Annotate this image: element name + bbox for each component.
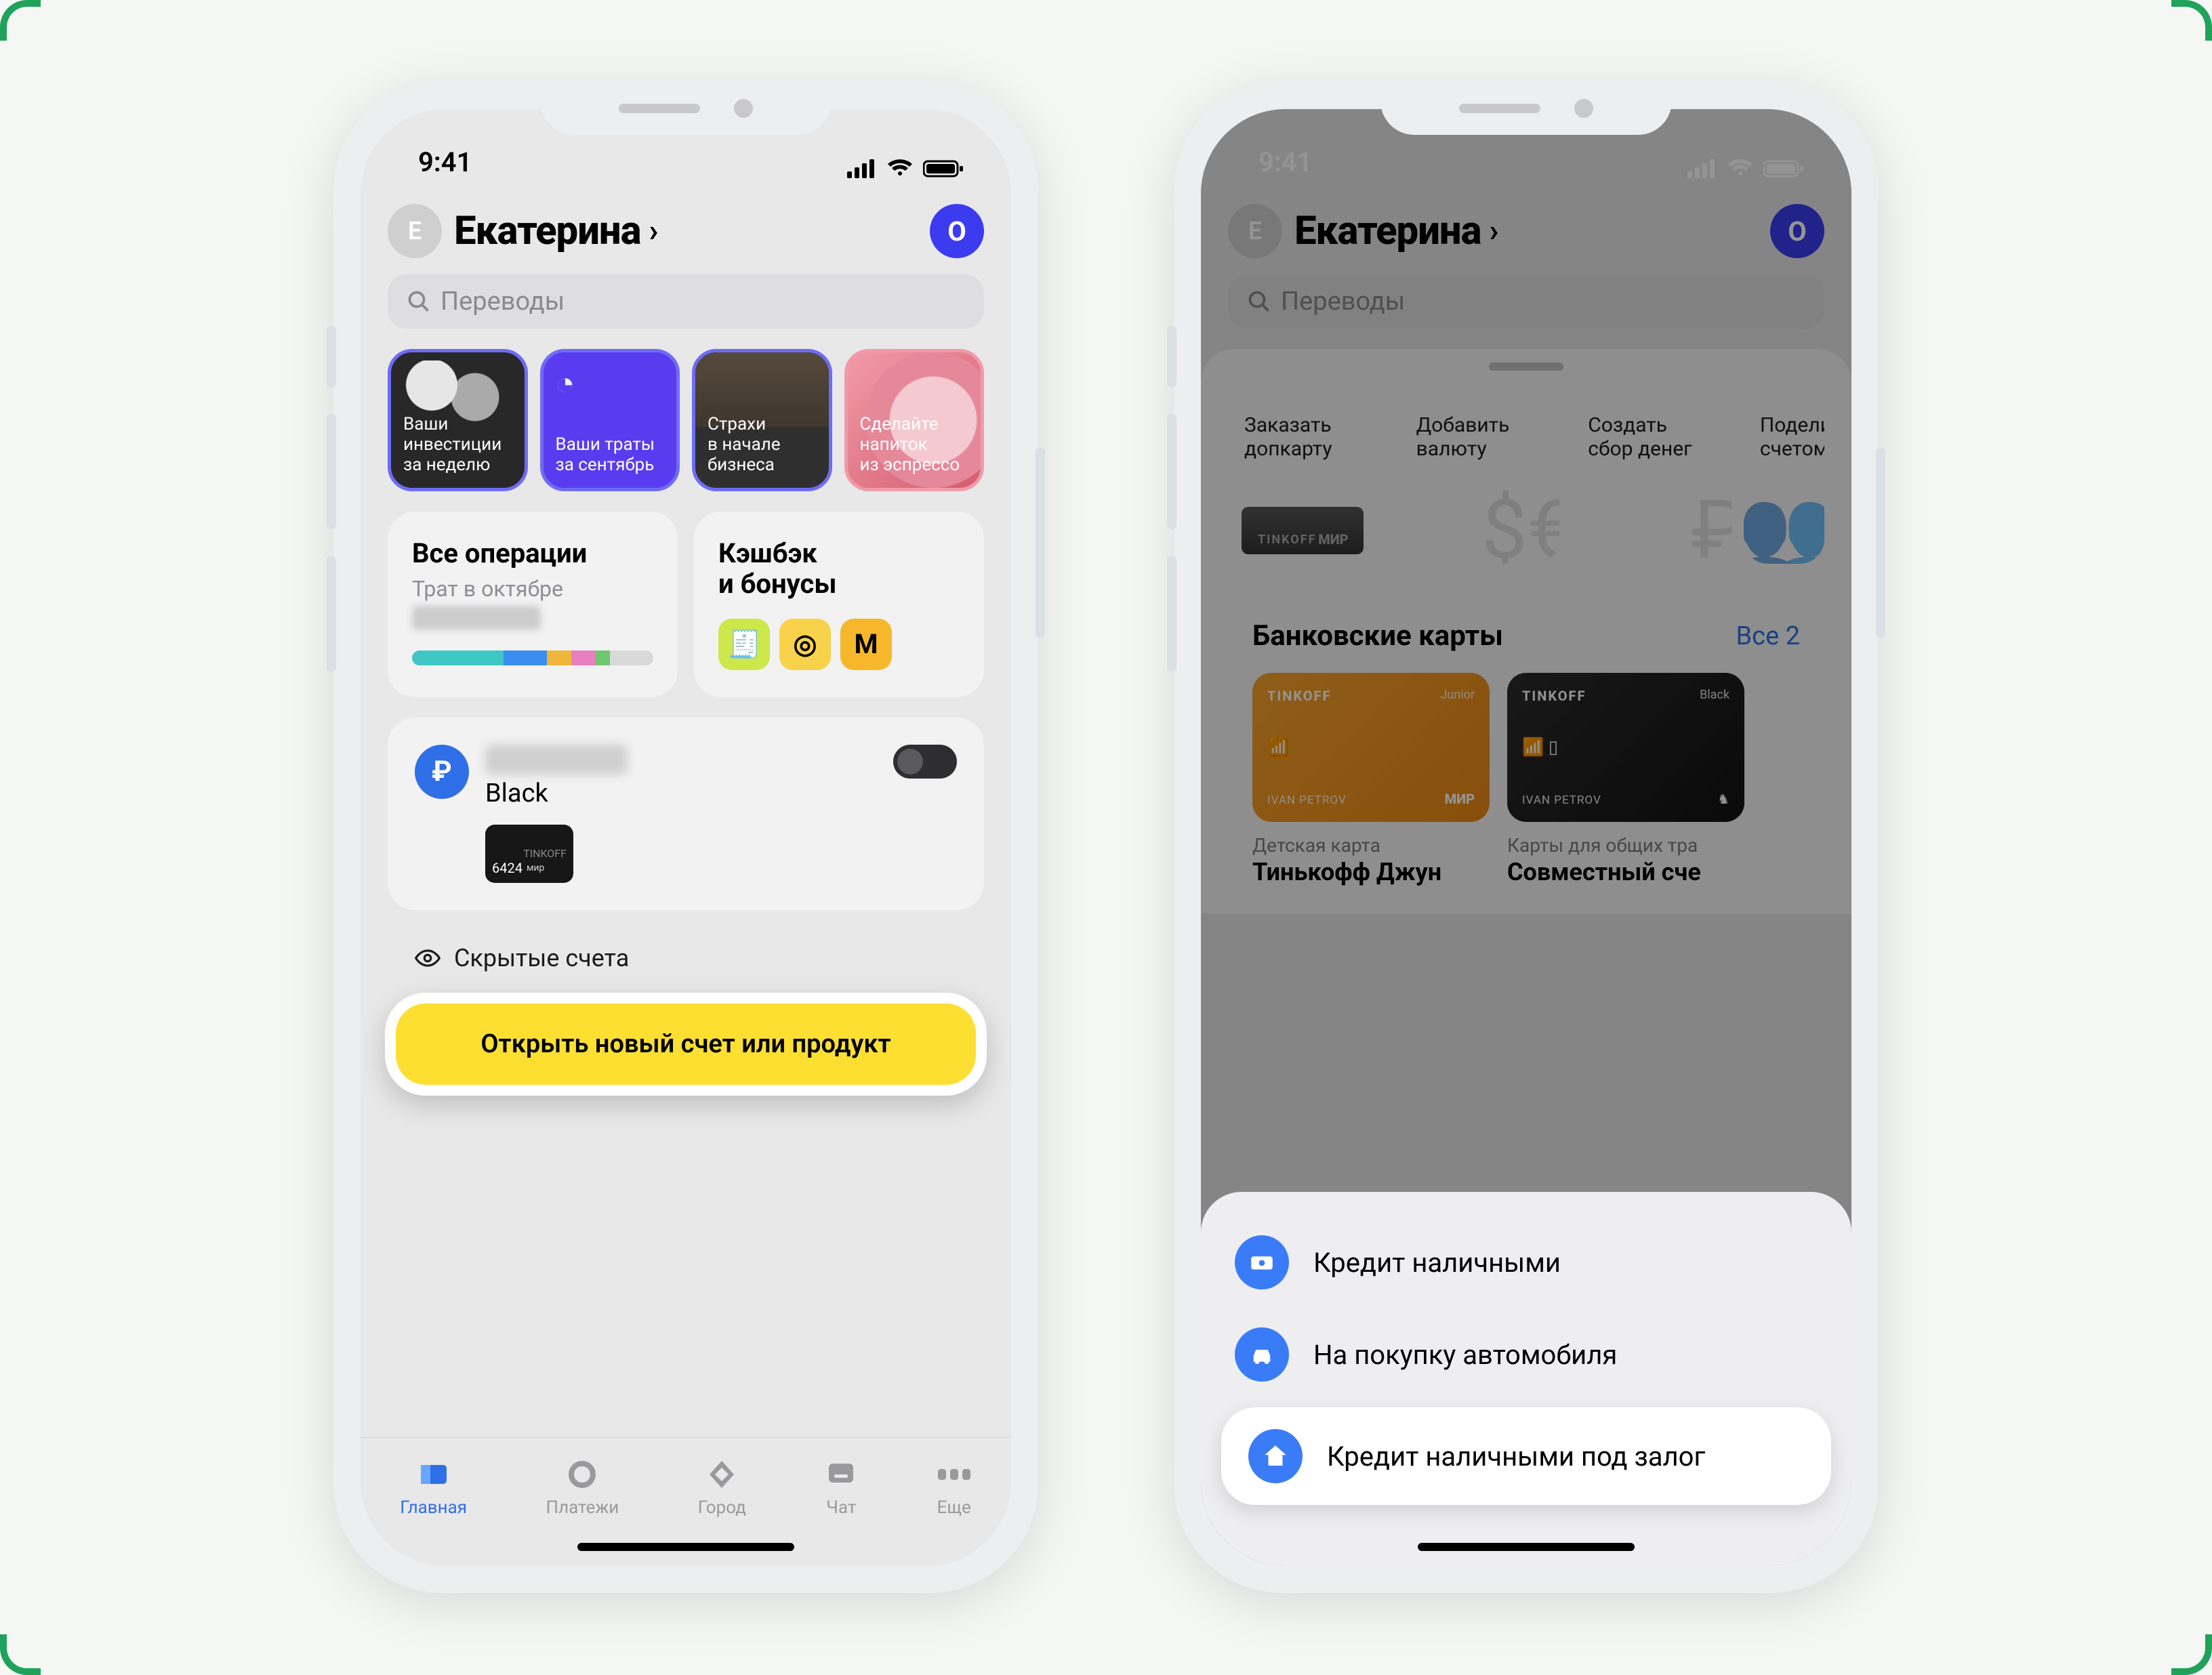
avatar[interactable]: Е — [388, 204, 442, 258]
story-investments[interactable]: Вашиинвестицииза неделю — [388, 349, 528, 491]
bottom-sheet: Кредит наличными На покупку автомобиля К… — [1201, 1192, 1851, 1566]
mini-card-brand: TINKOFF — [523, 847, 567, 860]
story-spending[interactable]: ◔Ваши тратыза сентябрь — [540, 349, 680, 491]
username[interactable]: Екатерина — [454, 208, 641, 254]
cta-highlight: Открыть новый счет или продукт — [385, 993, 987, 1096]
menu-credit-car[interactable]: На покупку автомобиля — [1201, 1308, 1851, 1401]
home-indicator[interactable] — [1418, 1543, 1635, 1551]
search-input[interactable]: Переводы — [1228, 274, 1824, 329]
avatar[interactable]: Е — [1228, 204, 1282, 258]
cashback-partner-icon: М — [840, 619, 892, 670]
quick-extra-card[interactable]: ЗаказатьдопкартуTINKOFFМИР — [1228, 398, 1388, 564]
chevron-right-icon[interactable]: › — [649, 213, 659, 249]
sheet-handle-upper[interactable] — [1489, 363, 1563, 371]
cellular-icon — [1687, 159, 1717, 178]
assistant-button[interactable]: О — [1770, 204, 1824, 258]
stories-row: Вашиинвестицииза неделю ◔Ваши тратыза се… — [361, 329, 1011, 491]
story-espresso[interactable]: Сделайтенапитокиз эспрессо — [844, 349, 985, 491]
spend-bar — [412, 650, 653, 665]
story-fears[interactable]: Страхив началебизнеса — [692, 349, 832, 491]
battery-icon — [923, 159, 964, 178]
status-time: 9:41 — [1258, 146, 1312, 178]
eye-icon — [415, 945, 441, 971]
username[interactable]: Екатерина — [1294, 208, 1481, 254]
search-icon — [1247, 289, 1271, 314]
search-icon — [407, 289, 431, 314]
tab-city[interactable]: Город — [698, 1457, 746, 1518]
account-card[interactable]: ₽ Black TINKOFF 6424 мир — [388, 718, 984, 910]
operations-amount-blurred — [412, 606, 541, 630]
battery-icon — [1763, 159, 1804, 178]
home-tab-icon — [417, 1460, 451, 1489]
operations-subtitle: Трат в октябре — [412, 576, 653, 602]
home-indicator[interactable] — [577, 1543, 794, 1551]
payments-tab-icon — [566, 1458, 598, 1491]
open-product-button[interactable]: Открыть новый счет или продукт — [396, 1004, 976, 1085]
phone-left: 9:41 Е Екатерина › О Переводы Вашиинвест… — [333, 82, 1038, 1593]
chevron-right-icon[interactable]: › — [1490, 213, 1499, 249]
cards-section: Банковские карты Все 2 TINKOFFJunior 📶 I… — [1228, 595, 1824, 913]
quick-add-currency[interactable]: Добавитьвалюту$€ — [1400, 398, 1560, 564]
quick-actions: ЗаказатьдопкартуTINKOFFМИР Добавитьвалют… — [1201, 377, 1851, 564]
city-tab-icon — [704, 1457, 739, 1492]
account-name: Black — [485, 779, 877, 808]
visibility-toggle[interactable] — [893, 745, 957, 779]
chat-tab-icon — [825, 1460, 857, 1489]
tab-home[interactable]: Главная — [400, 1457, 467, 1518]
cashback-title: Кэшбэки бонусы — [718, 539, 960, 600]
tab-more[interactable]: Еще — [937, 1457, 972, 1518]
menu-credit-cash[interactable]: Кредит наличными — [1201, 1216, 1851, 1308]
tab-payments[interactable]: Платежи — [546, 1457, 619, 1518]
operations-title: Все операции — [412, 539, 653, 569]
car-icon — [1235, 1327, 1289, 1382]
search-placeholder: Переводы — [441, 287, 565, 316]
panel-operations[interactable]: Все операции Трат в октябре — [388, 512, 678, 697]
cashback-partner-icon: ◎ — [779, 619, 831, 670]
quick-share-account[interactable]: Поделисчетом👥 — [1744, 398, 1824, 564]
wifi-icon — [886, 159, 914, 178]
card-item[interactable]: TINKOFFJunior 📶 IVAN PETROVМИР Детская к… — [1252, 673, 1490, 886]
more-tab-icon — [937, 1466, 972, 1483]
search-placeholder: Переводы — [1281, 287, 1405, 316]
mini-card[interactable]: TINKOFF 6424 мир — [485, 825, 573, 883]
status-time: 9:41 — [418, 146, 472, 178]
hidden-accounts[interactable]: Скрытые счета — [361, 910, 1011, 972]
phone-right: 9:41 Е Екатерина › О Переводы — [1174, 82, 1879, 1593]
cashback-icons: 🧾◎М — [718, 619, 960, 670]
ruble-icon: ₽ — [415, 745, 469, 799]
cards-all-link[interactable]: Все 2 — [1736, 621, 1801, 651]
tab-chat[interactable]: Чат — [825, 1457, 857, 1518]
cashback-partner-icon: 🧾 — [718, 619, 770, 670]
account-amount-blurred — [485, 745, 628, 774]
panel-cashback[interactable]: Кэшбэки бонусы 🧾◎М — [694, 512, 984, 697]
assistant-button[interactable]: О — [930, 204, 984, 258]
card-item[interactable]: TINKOFFBlack 📶 ▯ IVAN PETROV♞ Карты для … — [1507, 673, 1744, 886]
cash-icon — [1235, 1235, 1289, 1289]
cards-title: Банковские карты — [1252, 619, 1503, 653]
cellular-icon — [847, 159, 877, 178]
home-icon — [1248, 1429, 1303, 1483]
search-input[interactable]: Переводы — [388, 274, 984, 329]
menu-credit-secured[interactable]: Кредит наличными под залог — [1221, 1407, 1831, 1505]
quick-fundraiser[interactable]: Создатьсбор денег₽ — [1572, 398, 1732, 564]
wifi-icon — [1727, 159, 1754, 178]
